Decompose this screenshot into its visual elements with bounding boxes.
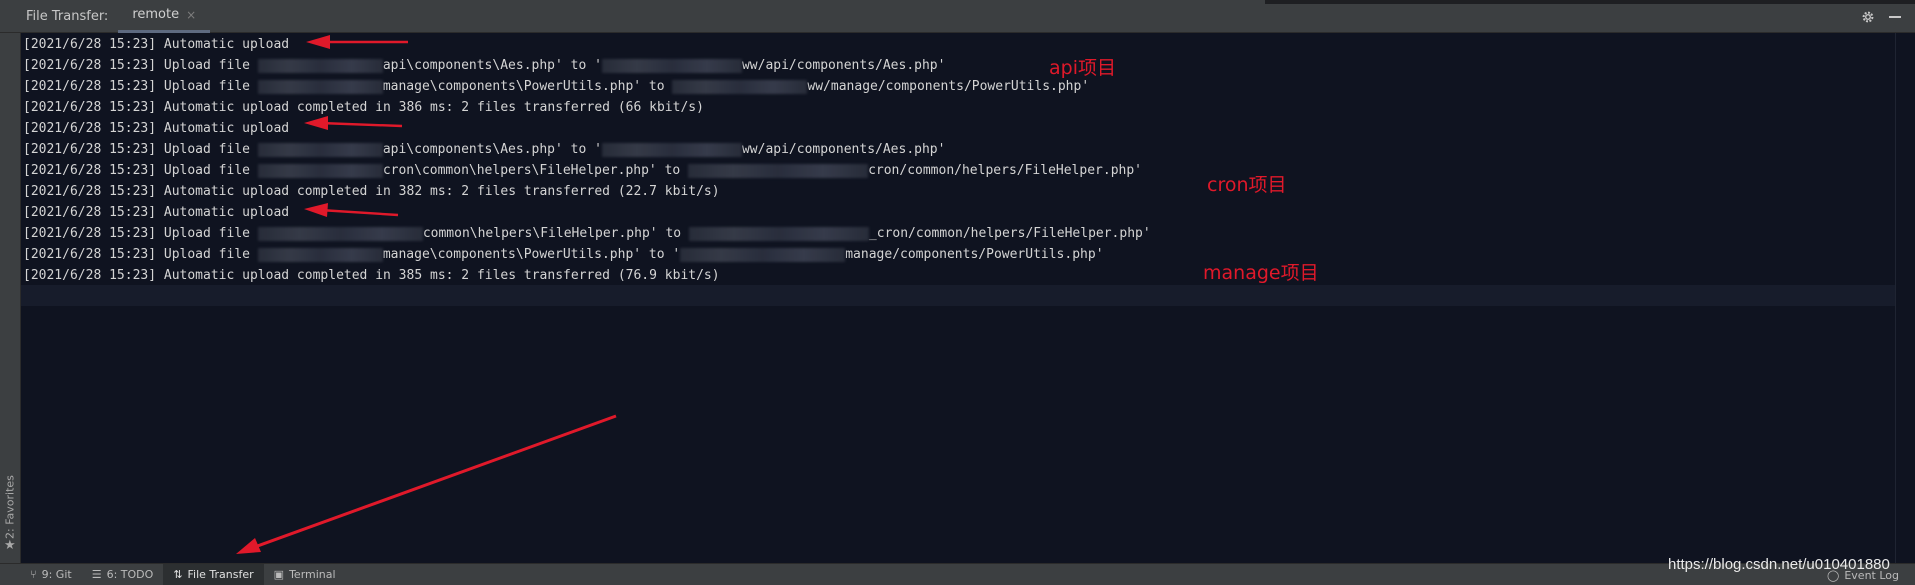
file-transfer-tool-button[interactable]: ⇅ File Transfer bbox=[163, 563, 264, 585]
todo-label: 6: TODO bbox=[106, 568, 154, 581]
file-transfer-label: File Transfer bbox=[187, 568, 254, 581]
console-line-prefix: [2021/6/28 15:23] Automatic upload bbox=[23, 37, 290, 52]
console-line-prefix: [2021/6/28 15:23] Upload file bbox=[23, 142, 258, 157]
console-line-prefix: [2021/6/28 15:23] Upload file bbox=[23, 79, 258, 94]
redacted-path bbox=[688, 226, 869, 241]
bottom-tool-bar: ⑂ 9: Git ☰ 6: TODO ⇅ File Transfer ▣ Ter… bbox=[0, 563, 1915, 585]
redacted-path bbox=[688, 163, 869, 178]
star-icon: ★ bbox=[4, 538, 16, 553]
git-tool-button[interactable]: ⑂ 9: Git bbox=[20, 564, 82, 585]
console-line-source: cron\common\helpers\FileHelper.php' to bbox=[382, 163, 689, 178]
console-line-source: api\components\Aes.php' to ' bbox=[382, 142, 602, 157]
console-line-prefix: [2021/6/28 15:23] Upload file bbox=[23, 163, 258, 178]
redacted-path bbox=[257, 226, 423, 241]
console-line: [2021/6/28 15:23] Upload file manage\com… bbox=[21, 244, 1895, 265]
redacted-path bbox=[672, 79, 808, 94]
console-line-prefix: [2021/6/28 15:23] Automatic upload bbox=[23, 121, 290, 136]
console-line-source: manage\components\PowerUtils.php' to bbox=[382, 79, 673, 94]
console-line-prefix: [2021/6/28 15:23] Automatic upload compl… bbox=[23, 100, 704, 115]
console-output[interactable]: [2021/6/28 15:23] Automatic upload [2021/… bbox=[21, 33, 1895, 563]
console-line-target: manage/components/PowerUtils.php' bbox=[845, 247, 1104, 262]
caret-line-highlight bbox=[21, 285, 1895, 306]
console-line-prefix: [2021/6/28 15:23] Upload file bbox=[23, 58, 258, 73]
header-top-strip bbox=[1265, 0, 1915, 4]
minimize-icon[interactable] bbox=[1889, 15, 1901, 18]
console-line-source: common\helpers\FileHelper.php' to bbox=[422, 226, 689, 241]
close-icon[interactable]: × bbox=[186, 8, 196, 22]
console-line: [2021/6/28 15:23] Automatic upload bbox=[21, 202, 1895, 223]
redacted-path bbox=[257, 163, 383, 178]
redacted-path bbox=[680, 247, 846, 262]
git-label: 9: Git bbox=[41, 568, 72, 581]
terminal-tool-button[interactable]: ▣ Terminal bbox=[264, 564, 346, 585]
console-line-target: _cron/common/helpers/FileHelper.php' bbox=[868, 226, 1151, 241]
tab-remote-label: remote bbox=[132, 7, 180, 22]
console-line: [2021/6/28 15:23] Upload file common\hel… bbox=[21, 223, 1895, 244]
list-icon: ☰ bbox=[91, 568, 102, 581]
console-line-prefix: [2021/6/28 15:23] Automatic upload compl… bbox=[23, 268, 720, 283]
console-line: [2021/6/28 15:23] Automatic upload bbox=[21, 34, 1895, 55]
console-line: [2021/6/28 15:23] Upload file api\compon… bbox=[21, 55, 1895, 76]
console-line-prefix: [2021/6/28 15:23] Automatic upload compl… bbox=[23, 184, 720, 199]
console-line: [2021/6/28 15:23] Upload file cron\commo… bbox=[21, 160, 1895, 181]
console-line-prefix: [2021/6/28 15:23] Upload file bbox=[23, 226, 258, 241]
git-branch-icon: ⑂ bbox=[30, 568, 37, 581]
tab-remote[interactable]: remote × bbox=[118, 0, 211, 33]
tool-window-title: File Transfer: bbox=[26, 8, 109, 24]
terminal-label: Terminal bbox=[289, 568, 336, 581]
console-line-prefix: [2021/6/28 15:23] Upload file bbox=[23, 247, 258, 262]
annotation-manage: manage项目 bbox=[1203, 262, 1319, 284]
console-line: [2021/6/28 15:23] Automatic upload compl… bbox=[21, 97, 1895, 118]
redacted-path bbox=[257, 142, 383, 157]
console-line-target: cron/common/helpers/FileHelper.php' bbox=[868, 163, 1142, 178]
redacted-path bbox=[601, 58, 742, 73]
console-line-prefix: [2021/6/28 15:23] Automatic upload bbox=[23, 205, 290, 220]
redacted-path bbox=[257, 58, 383, 73]
console-line: [2021/6/28 15:23] Upload file api\compon… bbox=[21, 139, 1895, 160]
right-gutter bbox=[1895, 33, 1915, 563]
console-line: [2021/6/28 15:23] Upload file manage\com… bbox=[21, 76, 1895, 97]
annotation-api: api项目 bbox=[1049, 57, 1116, 79]
redacted-path bbox=[257, 247, 383, 262]
tool-window-header: File Transfer: remote × bbox=[0, 0, 1915, 33]
console-line: [2021/6/28 15:23] Automatic upload bbox=[21, 118, 1895, 139]
console-line-source: manage\components\PowerUtils.php' to ' bbox=[382, 247, 681, 262]
terminal-icon: ▣ bbox=[273, 568, 285, 581]
todo-tool-button[interactable]: ☰ 6: TODO bbox=[82, 564, 164, 585]
header-actions bbox=[1861, 0, 1901, 33]
console-lines: [2021/6/28 15:23] Automatic upload [2021/… bbox=[21, 33, 1895, 286]
console-line-source: api\components\Aes.php' to ' bbox=[382, 58, 602, 73]
console-line-target: ww/api/components/Aes.php' bbox=[741, 142, 946, 157]
redacted-path bbox=[601, 142, 742, 157]
console-line-target: ww/api/components/Aes.php' bbox=[741, 58, 946, 73]
console-line: [2021/6/28 15:23] Automatic upload compl… bbox=[21, 181, 1895, 202]
console-line: [2021/6/28 15:23] Automatic upload compl… bbox=[21, 265, 1895, 286]
annotation-cron: cron项目 bbox=[1207, 174, 1287, 196]
watermark: https://blog.csdn.net/u010401880 bbox=[1668, 556, 1890, 573]
transfer-arrows-icon: ⇅ bbox=[173, 568, 183, 581]
console-line-target: ww/manage/components/PowerUtils.php' bbox=[807, 79, 1090, 94]
favorites-tool-button[interactable]: 2: Favorites bbox=[2, 472, 18, 542]
redacted-path bbox=[257, 79, 383, 94]
gear-icon[interactable] bbox=[1861, 10, 1875, 24]
